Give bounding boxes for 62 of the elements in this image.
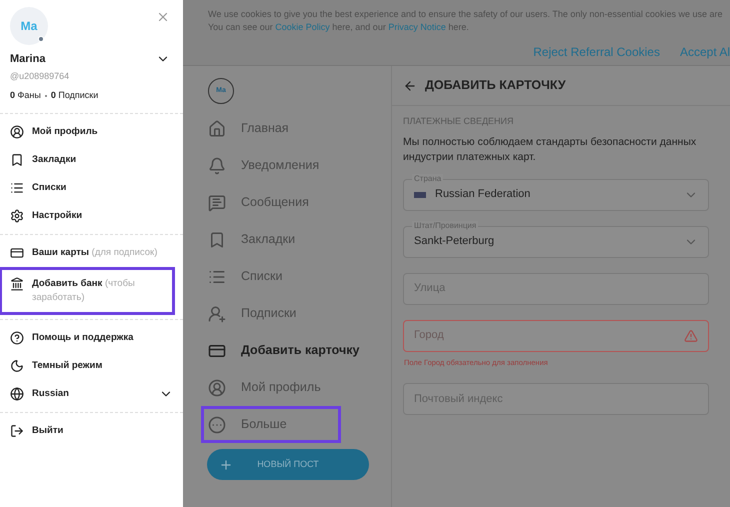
menu-label: Ваши карты (для подписок) (32, 246, 158, 260)
settings-icon (10, 208, 24, 222)
home-icon (208, 120, 226, 138)
more-icon (208, 416, 226, 434)
user-handle: @u208989764 (10, 70, 70, 82)
nav-item[interactable]: Подписки (208, 295, 391, 332)
nav-item[interactable]: Добавить карточку (208, 332, 391, 369)
menu-label: Настройки (32, 208, 84, 222)
avatar[interactable]: Ma (10, 7, 48, 45)
cookie-button[interactable]: Accept Al (680, 43, 730, 61)
menu-label: Помощь и поддержка (32, 330, 134, 344)
profile-icon (10, 124, 24, 138)
moon-icon (10, 358, 24, 372)
back-icon[interactable] (403, 78, 417, 92)
bookmark-icon (10, 152, 24, 166)
profile-icon (208, 378, 226, 396)
bell-icon (208, 156, 226, 174)
menu-label: Добавить банк (чтобы заработать) (32, 276, 136, 304)
menu-item[interactable]: Мой профиль (0, 118, 183, 146)
menu-item[interactable]: Списки (0, 174, 183, 202)
user-name: Marina (10, 52, 46, 67)
menu-item[interactable]: Выйти (0, 416, 183, 444)
policy-link[interactable]: Cookie Policy (275, 22, 330, 32)
menu-item[interactable]: Добавить банк (чтобы заработать) (0, 266, 175, 314)
cookie-button[interactable]: Reject Referral Cookies (533, 43, 660, 61)
menu-label: Закладки (32, 152, 78, 166)
menu-item[interactable]: Настройки (0, 202, 183, 230)
menu-item[interactable]: Ваши карты (для подписок) (0, 238, 183, 266)
nav-item[interactable]: Уведомления (208, 147, 391, 184)
warning-icon (684, 328, 698, 342)
close-icon[interactable] (156, 10, 170, 24)
stat-link[interactable]: 0 Фаны (10, 89, 41, 102)
menu-label: Russian (32, 386, 70, 400)
new-post-button[interactable]: НОВЫЙ ПОСТ (207, 449, 369, 480)
globe-icon (10, 386, 24, 400)
policy-link[interactable]: Privacy Notice (388, 22, 446, 32)
nav-item[interactable]: Больше (201, 406, 341, 443)
nav-item[interactable]: Сообщения (208, 184, 391, 221)
nav-item[interactable]: Мой профиль (208, 369, 391, 406)
message-icon (208, 194, 226, 212)
menu-item[interactable]: Закладки (0, 146, 183, 174)
plus-icon (219, 458, 233, 472)
help-icon (10, 330, 24, 344)
logout-icon (10, 424, 24, 438)
nav-item[interactable]: Главная (208, 110, 391, 147)
menu-label: Мой профиль (32, 124, 99, 138)
page-title: ДОБАВИТЬ КАРТОЧКУ (425, 77, 566, 94)
nav-item[interactable]: Закладки (208, 221, 391, 258)
nav-item[interactable]: Списки (208, 258, 391, 295)
card-icon (10, 246, 24, 260)
menu-label: Списки (32, 180, 68, 194)
list-icon (10, 180, 24, 194)
menu-item[interactable]: Темный режим (0, 352, 183, 380)
bookmark-icon (208, 230, 226, 248)
menu-item[interactable]: Помощь и поддержка (0, 324, 183, 352)
menu-label: Темный режим (32, 358, 104, 372)
user-icon (208, 304, 226, 322)
description: Мы полностью соблюдаем стандарты безопасности данных индустрии платежных карт. (403, 134, 698, 164)
menu-item[interactable]: Russian (0, 380, 183, 408)
bank-icon (10, 276, 24, 290)
stat-link[interactable]: 0 Подписки (50, 89, 98, 102)
menu-label: Выйти (32, 424, 64, 438)
